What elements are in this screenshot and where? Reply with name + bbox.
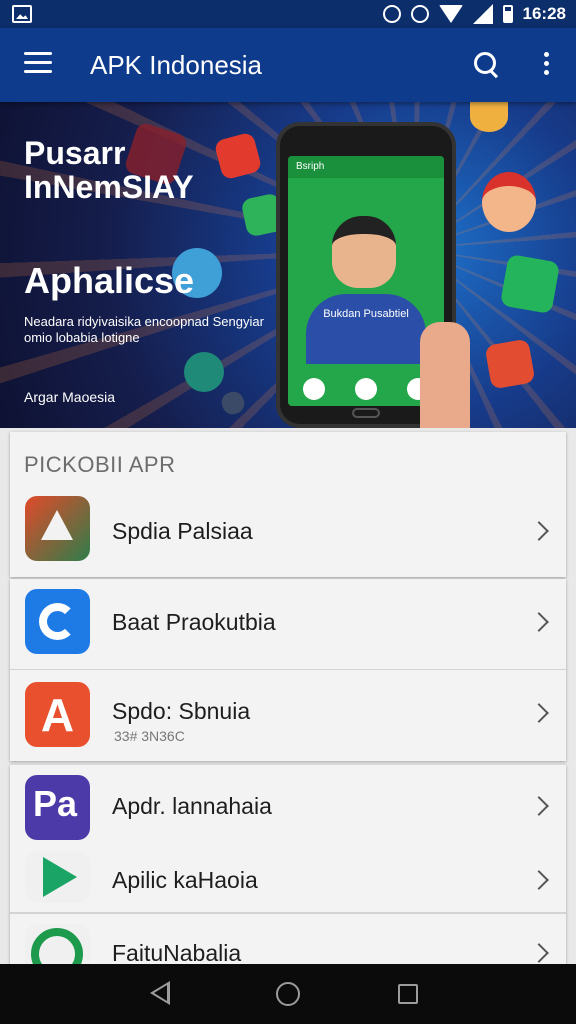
- battery-icon: [502, 5, 513, 23]
- list-item[interactable]: FaituNabalia: [10, 913, 566, 964]
- floating-app-icon: [184, 352, 224, 392]
- list-item[interactable]: Pa Apdr. lannahaia: [10, 765, 566, 843]
- list-item[interactable]: Spdia Palsiaa: [10, 486, 566, 577]
- list-card: Baat Praokutbia A Spdo: Sbnuia 33# 3N36C: [10, 579, 566, 761]
- call-icon: [303, 378, 325, 400]
- signal-icon: [472, 4, 493, 24]
- list-item-label: Baat Praokutbia: [112, 609, 276, 635]
- recent-apps-icon[interactable]: [398, 984, 418, 1004]
- list-item-label: FaituNabalia: [112, 940, 242, 964]
- green-swirl-icon: [25, 924, 90, 964]
- list-item-label: Apilic kaHaoia: [112, 867, 258, 893]
- banner-subheadline: Aphalicse: [24, 260, 195, 301]
- chevron-right-icon: [529, 703, 549, 723]
- wifi-icon: [438, 5, 463, 23]
- purple-pa-icon: Pa: [25, 775, 90, 840]
- gallery-notification-icon: [12, 5, 32, 23]
- chevron-right-icon: [529, 943, 549, 963]
- navigation-bar: [0, 964, 576, 1024]
- red-green-triangle-icon: [25, 496, 90, 561]
- list-item[interactable]: A Spdo: Sbnuia 33# 3N36C: [10, 670, 566, 761]
- list-item-label: Spdia Palsiaa: [112, 518, 253, 544]
- chevron-right-icon: [529, 612, 549, 632]
- status-bar: 16:28: [0, 0, 576, 28]
- chevron-right-icon: [529, 796, 549, 816]
- search-icon[interactable]: [474, 52, 500, 78]
- emoji-face-icon: [482, 172, 536, 232]
- alarm-icon: [410, 5, 429, 23]
- phone-top-label: Bsriph: [288, 156, 444, 178]
- person-avatar: [332, 216, 396, 288]
- list-card: PICKOBII APR Spdia Palsiaa: [10, 432, 566, 577]
- home-icon[interactable]: [276, 982, 300, 1006]
- phone-app-icon: [499, 253, 561, 315]
- app-bar: APK Indonesia: [0, 28, 576, 102]
- status-icons: 16:28: [382, 3, 566, 25]
- orange-a-icon: A: [25, 682, 90, 747]
- chevron-right-icon: [529, 870, 549, 890]
- banner-headline: Pusarr InNemSIAY: [24, 135, 194, 205]
- blue-c-icon: [25, 589, 90, 654]
- status-time: 16:28: [522, 4, 566, 23]
- emoji-face-icon: [470, 102, 508, 132]
- list-item-label: Spdo: Sbnuia: [112, 698, 251, 724]
- hand-illustration: [420, 322, 470, 428]
- hamburger-menu-icon[interactable]: [24, 52, 52, 78]
- list-item-subtitle: 33# 3N36C: [114, 728, 185, 744]
- data-saver-icon: [382, 5, 401, 23]
- play-store-icon: [25, 851, 90, 903]
- promo-banner[interactable]: Pusarr InNemSIAY Aphalicse Neadara ridyi…: [0, 102, 576, 428]
- list-item[interactable]: Baat Praokutbia: [10, 579, 566, 670]
- back-icon[interactable]: [150, 981, 170, 1005]
- banner-footer: Argar Maoesia: [24, 389, 116, 405]
- banner-description: Neadara ridyivaisika encoopnad Sengyiar …: [24, 314, 264, 345]
- floating-app-icon: [484, 338, 536, 390]
- chevron-right-icon: [529, 521, 549, 541]
- phone-name-label: Bukdan Pusabtiel: [323, 308, 409, 320]
- list-card: Pa Apdr. lannahaia Apilic kaHaoia FaituN…: [10, 765, 566, 964]
- app-icon: [355, 378, 377, 400]
- list-item-label: Apdr. lannahaia: [112, 793, 272, 819]
- more-options-icon[interactable]: [540, 52, 552, 78]
- section-title: PICKOBII APR: [24, 452, 176, 477]
- app-title: APK Indonesia: [90, 50, 263, 80]
- app-list: PICKOBII APR Spdia Palsiaa Baat Praokutb…: [10, 432, 566, 964]
- list-item[interactable]: Apilic kaHaoia: [10, 843, 566, 913]
